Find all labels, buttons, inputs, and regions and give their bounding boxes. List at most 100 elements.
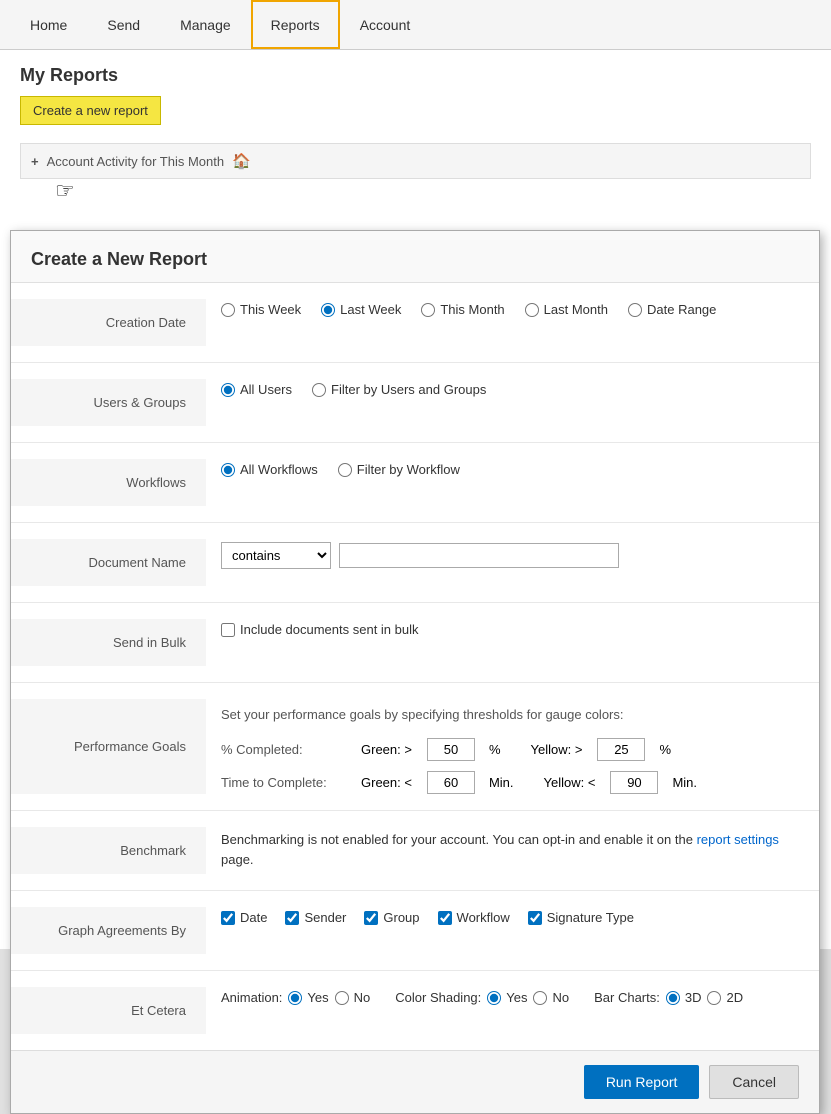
radio-this-month-input[interactable] (421, 303, 435, 317)
perf-yellow2-input[interactable] (610, 771, 658, 794)
top-navigation: Home Send Manage Reports Account (0, 0, 831, 50)
users-groups-radio-group: All Users Filter by Users and Groups (221, 382, 486, 397)
home-icon: 🏠 (232, 152, 251, 170)
send-in-bulk-label: Send in Bulk (11, 619, 206, 666)
radio-filter-by-workflow[interactable]: Filter by Workflow (338, 462, 460, 477)
doc-name-controls: contains starts with ends with equals (221, 542, 619, 569)
checkbox-signature-type-label[interactable]: Signature Type (528, 910, 634, 925)
perf-completed-label: % Completed: (221, 742, 341, 757)
nav-account[interactable]: Account (340, 0, 431, 49)
send-in-bulk-row: Send in Bulk Include documents sent in b… (11, 603, 819, 683)
color-shading-group: Color Shading: Yes No (395, 990, 569, 1005)
workflows-radio-group: All Workflows Filter by Workflow (221, 462, 460, 477)
radio-filter-by-workflow-input[interactable] (338, 463, 352, 477)
nav-reports[interactable]: Reports (251, 0, 340, 49)
creation-date-content: This Week Last Week This Month Last (206, 299, 819, 317)
create-report-modal: Create a New Report Creation Date This W… (10, 230, 820, 1114)
creation-date-radio-group: This Week Last Week This Month Last (221, 302, 716, 317)
radio-this-month[interactable]: This Month (421, 302, 504, 317)
perf-percent1: % (489, 742, 501, 757)
radio-date-range-input[interactable] (628, 303, 642, 317)
radio-animation-no[interactable]: No (335, 990, 371, 1005)
checkbox-sender[interactable] (285, 911, 299, 925)
radio-all-workflows-input[interactable] (221, 463, 235, 477)
radio-all-workflows[interactable]: All Workflows (221, 462, 318, 477)
animation-label: Animation: (221, 990, 282, 1005)
radio-color-shading-yes[interactable]: Yes (487, 990, 527, 1005)
radio-last-week[interactable]: Last Week (321, 302, 401, 317)
graph-agreements-label: Graph Agreements By (11, 907, 206, 954)
performance-goals-label: Performance Goals (11, 699, 206, 794)
send-in-bulk-checkbox-label[interactable]: Include documents sent in bulk (221, 622, 419, 637)
document-name-select[interactable]: contains starts with ends with equals (221, 542, 331, 569)
radio-filter-users-groups[interactable]: Filter by Users and Groups (312, 382, 486, 397)
performance-goals-content: Set your performance goals by specifying… (206, 699, 819, 794)
checkbox-group[interactable] (364, 911, 378, 925)
document-name-input[interactable] (339, 543, 619, 568)
benchmark-content: Benchmarking is not enabled for your acc… (206, 827, 819, 869)
page-title: My Reports (20, 65, 811, 86)
cancel-button[interactable]: Cancel (709, 1065, 799, 1099)
bar-charts-label: Bar Charts: (594, 990, 660, 1005)
perf-time-row: Time to Complete: Green: < Min. Yellow: … (221, 771, 697, 794)
workflows-content: All Workflows Filter by Workflow (206, 459, 819, 477)
nav-home[interactable]: Home (10, 0, 87, 49)
radio-filter-users-groups-input[interactable] (312, 383, 326, 397)
send-in-bulk-checkbox[interactable] (221, 623, 235, 637)
perf-green-input[interactable] (427, 738, 475, 761)
perf-yellow-input[interactable] (597, 738, 645, 761)
checkbox-date[interactable] (221, 911, 235, 925)
users-groups-content: All Users Filter by Users and Groups (206, 379, 819, 397)
radio-all-users[interactable]: All Users (221, 382, 292, 397)
perf-time-label: Time to Complete: (221, 775, 341, 790)
perf-green2-input[interactable] (427, 771, 475, 794)
account-activity-label: Account Activity for This Month (47, 154, 225, 169)
radio-this-week[interactable]: This Week (221, 302, 301, 317)
users-groups-label: Users & Groups (11, 379, 206, 426)
perf-min1: Min. (489, 775, 514, 790)
radio-last-month-input[interactable] (525, 303, 539, 317)
radio-bar-charts-2d[interactable]: 2D (707, 990, 743, 1005)
perf-green-label: Green: > (361, 742, 412, 757)
plus-icon: + (31, 154, 39, 169)
radio-bar-charts-3d-input[interactable] (666, 991, 680, 1005)
benchmark-row: Benchmark Benchmarking is not enabled fo… (11, 811, 819, 891)
benchmark-label: Benchmark (11, 827, 206, 874)
radio-all-users-input[interactable] (221, 383, 235, 397)
radio-color-shading-no[interactable]: No (533, 990, 569, 1005)
radio-animation-yes-input[interactable] (288, 991, 302, 1005)
report-settings-link[interactable]: report settings (697, 832, 779, 847)
checkbox-workflow-label[interactable]: Workflow (438, 910, 510, 925)
radio-date-range[interactable]: Date Range (628, 302, 716, 317)
workflows-label: Workflows (11, 459, 206, 506)
run-report-button[interactable]: Run Report (584, 1065, 700, 1099)
radio-animation-yes[interactable]: Yes (288, 990, 328, 1005)
radio-color-shading-no-input[interactable] (533, 991, 547, 1005)
benchmark-text: Benchmarking is not enabled for your acc… (221, 830, 804, 869)
checkbox-sender-label[interactable]: Sender (285, 910, 346, 925)
create-new-report-button[interactable]: Create a new report (20, 96, 161, 125)
account-activity-bar: + Account Activity for This Month 🏠 (20, 143, 811, 179)
nav-manage[interactable]: Manage (160, 0, 251, 49)
radio-this-week-input[interactable] (221, 303, 235, 317)
creation-date-label: Creation Date (11, 299, 206, 346)
et-cetera-row: Et Cetera Animation: Yes No (11, 971, 819, 1050)
radio-color-shading-yes-input[interactable] (487, 991, 501, 1005)
radio-animation-no-input[interactable] (335, 991, 349, 1005)
et-cetera-content: Animation: Yes No Color Shading: (206, 987, 819, 1005)
radio-bar-charts-2d-input[interactable] (707, 991, 721, 1005)
perf-min2: Min. (672, 775, 697, 790)
et-cetera-label: Et Cetera (11, 987, 206, 1034)
perf-percent2: % (659, 742, 671, 757)
checkbox-group-label[interactable]: Group (364, 910, 419, 925)
checkbox-date-label[interactable]: Date (221, 910, 267, 925)
checkbox-workflow[interactable] (438, 911, 452, 925)
checkbox-signature-type[interactable] (528, 911, 542, 925)
nav-send[interactable]: Send (87, 0, 160, 49)
radio-bar-charts-3d[interactable]: 3D (666, 990, 702, 1005)
et-cetera-controls: Animation: Yes No Color Shading: (221, 990, 743, 1005)
radio-last-week-input[interactable] (321, 303, 335, 317)
radio-last-month[interactable]: Last Month (525, 302, 608, 317)
users-groups-row: Users & Groups All Users Filter by Users… (11, 363, 819, 443)
graph-agreements-checkboxes: Date Sender Group Workflow (221, 910, 634, 925)
